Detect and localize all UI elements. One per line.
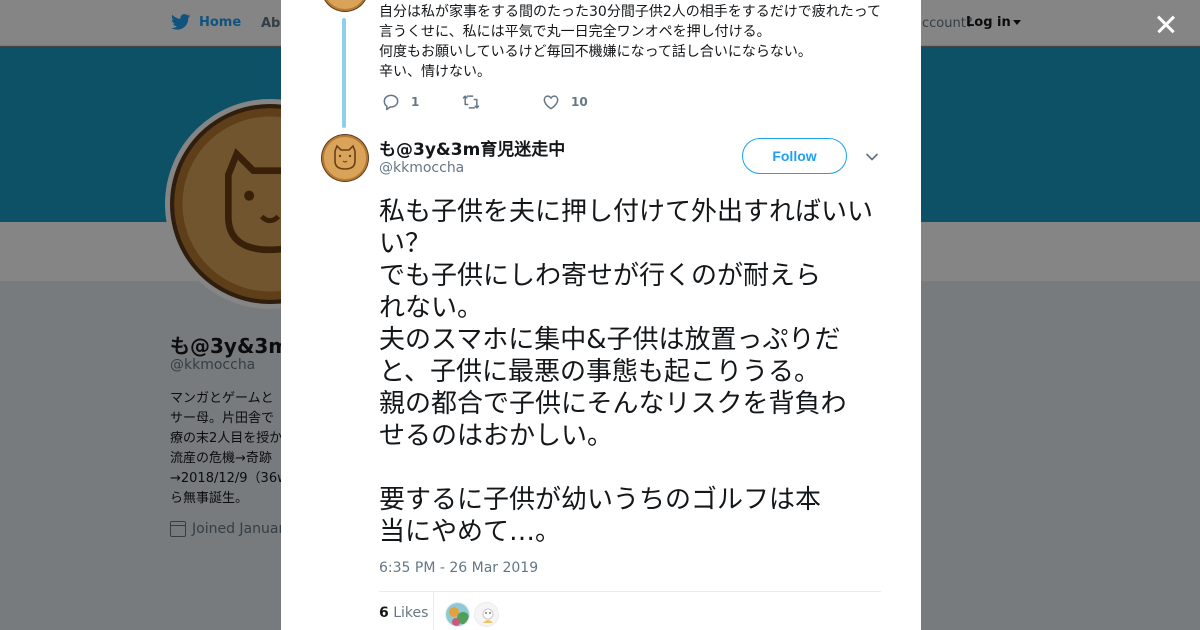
reply-count: 1 (411, 95, 420, 109)
previous-tweet-line: 自分は私が家事をする間のたった30分間子供2人の相手をするだけで疲れたって (379, 4, 882, 20)
close-icon[interactable] (1150, 8, 1182, 40)
follow-button[interactable]: Follow (742, 138, 847, 174)
divider (379, 591, 881, 592)
tweet-author-name[interactable]: も@3y&3m育児迷走中 (379, 135, 565, 160)
reply-button[interactable]: 1 (381, 92, 461, 112)
chevron-down-icon[interactable] (865, 150, 879, 164)
retweet-icon (462, 95, 480, 109)
previous-tweet-text: 自分は私が家事をする間のたった30分間子供2人の相手をするだけで疲れたって 言う… (379, 2, 889, 82)
previous-tweet-line: 何度もお願いしているけど毎回不機嫌になって話し合いにならない。 (379, 44, 812, 60)
liker-avatar[interactable] (474, 602, 499, 627)
tweet-line: 私も子供を夫に押し付けて外出すればいい (379, 197, 874, 227)
liker-avatar-image (446, 603, 469, 626)
previous-tweet-line: 辛い、情けない。 (379, 64, 491, 80)
like-count: 10 (571, 95, 588, 109)
likes-count: 6 (379, 605, 389, 621)
tweet-line: 当にやめて…。 (379, 517, 562, 547)
liker-avatar-image (475, 603, 498, 626)
retweet-button[interactable] (461, 92, 541, 112)
tweet-line: 要するに子供が幼いうちのゴルフは本 (379, 485, 822, 515)
tweet-author-avatar[interactable] (321, 134, 369, 182)
tweet-line: せるのはおかしい。 (379, 421, 614, 451)
tweet-permalink-modal: 自分は私が家事をする間のたった30分間子供2人の相手をするだけで疲れたって 言う… (281, 0, 921, 630)
like-button[interactable]: 10 (541, 92, 588, 112)
previous-tweet-avatar[interactable] (321, 0, 369, 12)
likes-label: Likes (393, 605, 429, 621)
tweet-line: と、子供に最悪の事態も起こりうる。 (379, 357, 820, 387)
tweet-line: 親の都合で子供にそんなリスクを背負わ (379, 389, 847, 419)
cookie-bear-avatar-image (321, 134, 369, 182)
tweet-text: 私も子供を夫に押し付けて外出すればいい い？ でも子供にしわ寄せが行くのが耐えら… (379, 196, 889, 548)
thread-connector-line (342, 18, 346, 128)
previous-tweet-actions: 1 10 (381, 92, 588, 112)
liker-avatar[interactable] (445, 602, 470, 627)
tweet-line (379, 452, 889, 484)
tweet-timestamp[interactable]: 6:35 PM - 26 Mar 2019 (379, 560, 538, 576)
likes-stat[interactable]: 6 Likes (379, 605, 428, 621)
tweet-author-handle[interactable]: @kkmoccha (379, 160, 464, 176)
tweet-line: い？ (379, 229, 432, 259)
heart-icon (543, 95, 559, 110)
tweet-line: 夫のスマホに集中&子供は放置っぷりだ (379, 325, 841, 355)
cookie-bear-avatar-image (321, 0, 369, 12)
reply-icon (383, 94, 399, 111)
stats-divider (433, 592, 434, 630)
previous-tweet-line: 言うくせに、私には平気で丸一日完全ワンオペを押し付ける。 (379, 24, 771, 40)
tweet-line: れない。 (379, 293, 484, 323)
tweet-line: でも子供にしわ寄せが行くのが耐えら (379, 261, 822, 291)
